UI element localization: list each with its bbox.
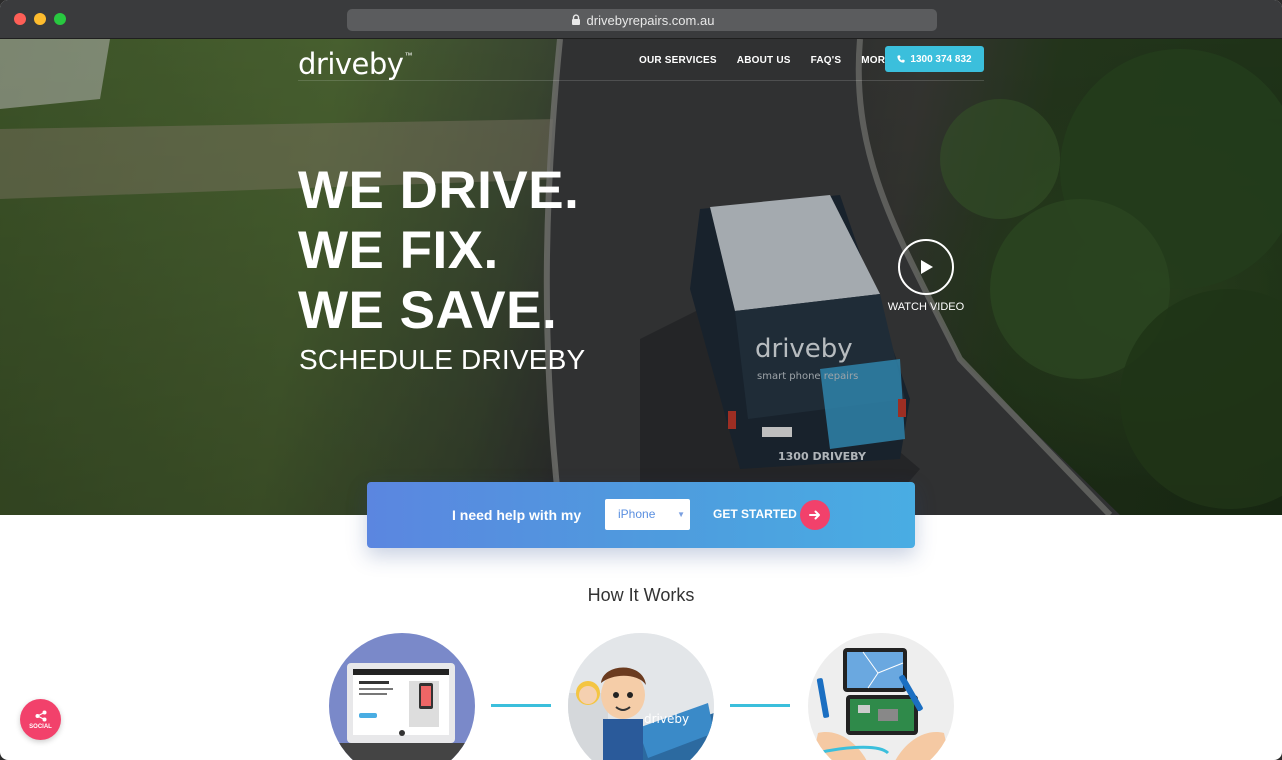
step-connector-1 xyxy=(491,704,551,707)
arrow-right-icon xyxy=(809,510,820,520)
address-bar[interactable]: drivebyrepairs.com.au xyxy=(347,9,937,31)
hero-background-image: driveby smart phone repairs 1300 DRIVEBY xyxy=(0,39,1282,515)
hero-section: driveby smart phone repairs 1300 DRIVEBY… xyxy=(0,39,1282,515)
device-select-value: iPhone xyxy=(618,507,656,521)
get-started-button[interactable] xyxy=(800,500,830,530)
laptop-illustration xyxy=(339,663,465,760)
headline-line-2: WE FIX. xyxy=(298,221,499,280)
phone-number: 1300 374 832 xyxy=(910,53,972,65)
main-nav: OUR SERVICES ABOUT US FAQ'S MORE xyxy=(639,55,912,66)
step-book-online-image xyxy=(329,633,475,760)
nav-our-services[interactable]: OUR SERVICES xyxy=(639,55,717,66)
social-share-button[interactable]: SOCIAL xyxy=(20,699,61,740)
get-started-link[interactable]: GET STARTED xyxy=(713,507,797,521)
step-van-logo: driveby xyxy=(644,712,689,726)
browser-window: drivebyrepairs.com.au driveby smart phon… xyxy=(0,0,1282,760)
maximize-window-button[interactable] xyxy=(54,13,66,25)
share-icon xyxy=(35,710,46,721)
help-label: I need help with my xyxy=(452,507,582,523)
logo-trademark: ™ xyxy=(404,51,413,60)
play-video-button[interactable] xyxy=(898,239,954,295)
lock-icon xyxy=(571,14,580,25)
step-technician-image: driveby xyxy=(568,633,714,760)
repair-illustration xyxy=(812,648,950,760)
social-label: SOCIAL xyxy=(29,723,52,730)
device-select[interactable]: iPhone ▼ xyxy=(605,499,690,530)
step-repair-image xyxy=(808,633,954,760)
driveby-logo[interactable]: driveby ™ xyxy=(298,47,413,81)
nav-divider xyxy=(298,80,984,81)
device-help-bar: I need help with my iPhone ▼ GET STARTED xyxy=(367,482,915,548)
url-text: drivebyrepairs.com.au xyxy=(586,12,715,28)
nav-about-us[interactable]: ABOUT US xyxy=(737,55,791,66)
close-window-button[interactable] xyxy=(14,13,26,25)
browser-toolbar: drivebyrepairs.com.au xyxy=(0,0,1282,39)
minimize-window-button[interactable] xyxy=(34,13,46,25)
phone-icon xyxy=(897,55,906,63)
watch-video-label[interactable]: WATCH VIDEO xyxy=(876,301,976,313)
logo-text: driveby xyxy=(298,47,404,81)
headline-line-3: WE SAVE. xyxy=(298,281,558,340)
chevron-down-icon: ▼ xyxy=(677,510,685,519)
schedule-subhead[interactable]: SCHEDULE DRIVEBY xyxy=(299,344,585,376)
nav-faqs[interactable]: FAQ'S xyxy=(811,55,842,66)
headline-line-1: WE DRIVE. xyxy=(298,161,580,220)
technician-illustration: driveby xyxy=(568,633,714,760)
phone-call-button[interactable]: 1300 374 832 xyxy=(885,46,984,72)
how-it-works-title: How It Works xyxy=(587,585,695,605)
step-connector-2 xyxy=(730,704,790,707)
play-icon xyxy=(921,260,933,274)
